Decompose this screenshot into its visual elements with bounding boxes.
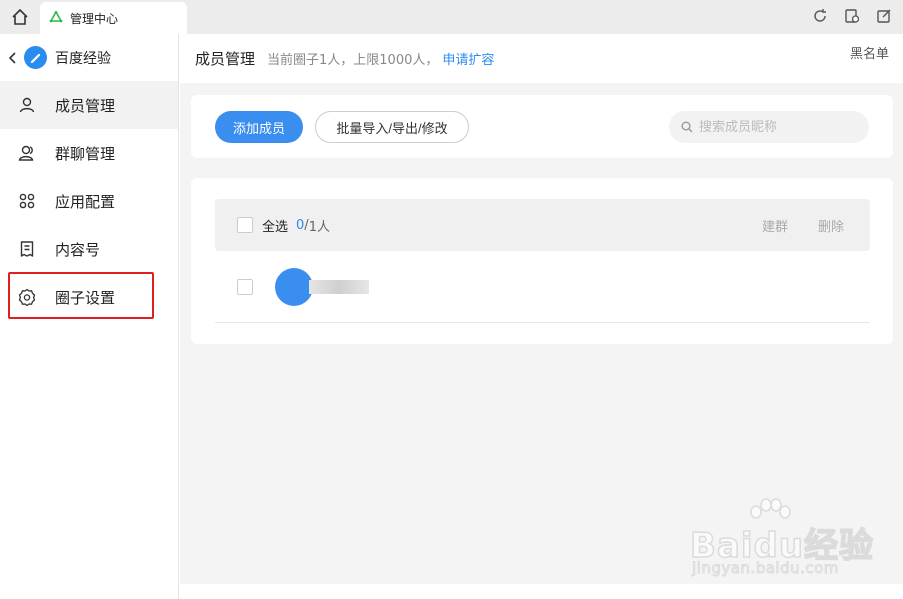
sidebar-item-group-chat[interactable]: 群聊管理	[0, 129, 178, 177]
home-button[interactable]	[0, 0, 40, 34]
add-member-button[interactable]: 添加成员	[215, 111, 303, 143]
page-title: 成员管理	[195, 50, 256, 68]
batch-import-export-button[interactable]: 批量导入/导出/修改	[315, 111, 469, 143]
history-icon[interactable]	[843, 7, 861, 25]
create-group-button[interactable]: 建群	[762, 216, 788, 235]
watermark: Baidu经验 jingyan.baidu.com	[689, 498, 890, 583]
sidebar: 百度经验 成员管理 群聊管理 应用配置 内容号 圈子设置	[0, 34, 179, 599]
sidebar-item-label: 成员管理	[55, 96, 116, 115]
member-list-card: 全选 0/1人 建群 删除	[191, 178, 893, 344]
document-icon	[18, 240, 36, 258]
row-checkbox[interactable]	[237, 278, 253, 295]
tab-label: 管理中心	[70, 11, 119, 26]
search-box[interactable]	[669, 111, 869, 143]
sidebar-item-label: 圈子设置	[55, 288, 116, 307]
member-limit-text: 当前圈子1人，上限1000人，	[267, 53, 439, 68]
blacklist-link[interactable]: 黑名单	[850, 43, 889, 62]
watermark-url: jingyan.baidu.com	[692, 559, 839, 578]
search-icon	[681, 121, 693, 133]
window-actions	[811, 7, 893, 25]
gear-icon	[18, 288, 36, 306]
apply-expand-link[interactable]: 申请扩容	[442, 49, 494, 68]
refresh-icon[interactable]	[811, 7, 829, 25]
sidebar-item-label: 应用配置	[55, 192, 116, 211]
group-icon	[18, 144, 36, 162]
apps-icon	[18, 192, 36, 210]
sidebar-item-label: 群聊管理	[55, 144, 116, 163]
sidebar-item-circle-settings[interactable]: 圈子设置	[0, 273, 178, 321]
sidebar-item-content[interactable]: 内容号	[0, 225, 178, 273]
tab-admin-center[interactable]: 管理中心	[40, 2, 187, 34]
sidebar-header: 百度经验	[0, 34, 178, 81]
circle-name: 百度经验	[55, 50, 111, 67]
recycle-icon	[49, 11, 63, 23]
table-row[interactable]	[215, 251, 870, 323]
sidebar-item-app-config[interactable]: 应用配置	[0, 177, 178, 225]
edit-icon[interactable]	[875, 7, 893, 25]
bulk-actions: 建群 删除	[762, 216, 844, 235]
page-header: 成员管理 当前圈子1人，上限1000人， 申请扩容 黑名单	[180, 34, 903, 83]
select-all-label: 全选	[262, 219, 289, 235]
footer-strip	[180, 584, 903, 599]
person-icon	[18, 96, 36, 114]
select-all-checkbox[interactable]	[237, 217, 253, 233]
back-icon[interactable]	[6, 51, 20, 64]
total-count: 1人	[308, 219, 330, 235]
circle-logo-icon	[24, 46, 47, 69]
home-icon	[12, 8, 28, 25]
search-input[interactable]	[699, 119, 859, 135]
selected-count: 0	[296, 217, 305, 233]
list-header: 全选 0/1人 建群 删除	[215, 199, 870, 251]
member-name-blurred	[309, 279, 369, 294]
sidebar-item-label: 内容号	[55, 240, 101, 259]
title-bar: 管理中心	[0, 0, 903, 34]
sidebar-item-members[interactable]: 成员管理	[0, 81, 178, 129]
toolbar-card: 添加成员 批量导入/导出/修改	[191, 95, 893, 158]
avatar	[275, 267, 313, 306]
delete-button[interactable]: 删除	[818, 216, 844, 235]
